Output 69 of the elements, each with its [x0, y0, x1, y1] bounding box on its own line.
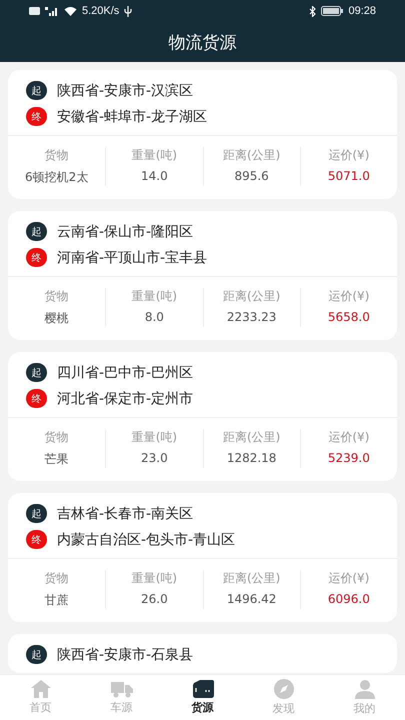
- route-badge: 起: [26, 645, 47, 664]
- stat-value: 895.6: [234, 169, 269, 183]
- person-icon: [354, 679, 374, 699]
- route-badge: 起: [26, 81, 47, 100]
- stat-label: 重量(吨): [132, 429, 178, 446]
- place-name: 安徽省-蚌埠市-龙子湖区: [57, 108, 208, 126]
- place-name: 吉林省-长春市-南关区: [57, 504, 194, 522]
- stat-value: 23.0: [141, 451, 168, 465]
- stat-label: 运价(¥): [328, 147, 370, 164]
- place-name: 四川省-巴中市-巴州区: [57, 364, 194, 382]
- stat-label: 重量(吨): [132, 570, 178, 587]
- stat-label: 距离(公里): [222, 429, 280, 446]
- stat-label: 货物: [44, 288, 69, 305]
- stat-value: 5071.0: [328, 169, 370, 183]
- network-speed: 5.20K/s: [82, 5, 120, 17]
- stat-value: 樱桃: [44, 310, 69, 327]
- stat-value: 26.0: [141, 592, 168, 606]
- cargo-card[interactable]: 起 云南省-保山市-隆阳区 终 河南省-平顶山市-宝丰县 货物 樱桃 重量(吨) 8.0 距离(公里) 2233.23 运价(¥) 5658.0: [8, 211, 397, 340]
- stat-label: 货物: [44, 429, 69, 446]
- route-badge: 起: [26, 363, 47, 382]
- stat-value: 8.0: [144, 310, 164, 324]
- stat-label: 距离(公里): [222, 570, 280, 587]
- cargo-card[interactable]: 起 陕西省-安康市-石泉县: [8, 634, 397, 673]
- stat-label: 运价(¥): [328, 288, 370, 305]
- route-badge: 起: [26, 504, 47, 523]
- page-title: 物流货源: [168, 32, 238, 54]
- bluetooth-icon: [309, 6, 316, 16]
- place-name: 陕西省-安康市-汉滨区: [57, 82, 194, 100]
- stat-value: 6顿挖机2太: [24, 169, 88, 186]
- stat-label: 重量(吨): [132, 147, 178, 164]
- stat-label: 运价(¥): [328, 570, 370, 587]
- stat-value: 6096.0: [328, 592, 370, 606]
- route-badge: 终: [26, 107, 47, 126]
- cargo-card[interactable]: 起 陕西省-安康市-汉滨区 终 安徽省-蚌埠市-龙子湖区 货物 6顿挖机2太 重量(吨) 14.0 距离(公里) 895.6 运价(¥) 5071.0: [8, 70, 397, 199]
- stat-label: 运价(¥): [328, 429, 370, 446]
- home-icon: [30, 680, 50, 698]
- nav-tab[interactable]: 货源: [162, 680, 243, 715]
- place-name: 云南省-保山市-隆阳区: [57, 222, 194, 240]
- signal-icon: [45, 6, 59, 16]
- place-name: 内蒙古自治区-包头市-青山区: [57, 530, 236, 548]
- stat-value: 2233.23: [226, 310, 276, 324]
- place-name: 河南省-平顶山市-宝丰县: [57, 248, 208, 266]
- stat-value: 1282.18: [226, 451, 276, 465]
- wifi-icon: [64, 6, 77, 16]
- stat-label: 重量(吨): [132, 288, 178, 305]
- clock: 09:28: [348, 5, 376, 17]
- stat-value: 芒果: [44, 451, 69, 468]
- route-badge: 终: [26, 389, 47, 408]
- place-name: 河北省-保定市-定州市: [57, 390, 194, 408]
- stat-label: 距离(公里): [222, 147, 280, 164]
- usb-icon: [124, 6, 132, 16]
- stat-label: 货物: [44, 570, 69, 587]
- stat-value: 5239.0: [328, 451, 370, 465]
- battery-icon: [321, 6, 344, 16]
- cargo-card[interactable]: 起 吉林省-长春市-南关区 终 内蒙古自治区-包头市-青山区 货物 甘蔗 重量(吨) 26.0 距离(公里) 1496.42 运价(¥) 6096.0: [8, 493, 397, 622]
- stat-label: 货物: [44, 147, 69, 164]
- place-name: 陕西省-安康市-石泉县: [57, 646, 194, 664]
- route-badge: 起: [26, 222, 47, 241]
- compass-icon: [274, 679, 294, 699]
- route-badge: 终: [26, 530, 47, 549]
- stat-value: 甘蔗: [44, 592, 69, 609]
- cargo-card[interactable]: 起 四川省-巴中市-巴州区 终 河北省-保定市-定州市 货物 芒果 重量(吨) 23.0 距离(公里) 1282.18 运价(¥) 5239.0: [8, 352, 397, 481]
- stat-value: 1496.42: [226, 592, 276, 606]
- box-icon: [192, 680, 214, 698]
- stat-value: 14.0: [141, 169, 168, 183]
- route-badge: 终: [26, 248, 47, 267]
- stat-value: 5658.0: [328, 310, 370, 324]
- stat-label: 距离(公里): [222, 288, 280, 305]
- truck-icon: [110, 680, 132, 698]
